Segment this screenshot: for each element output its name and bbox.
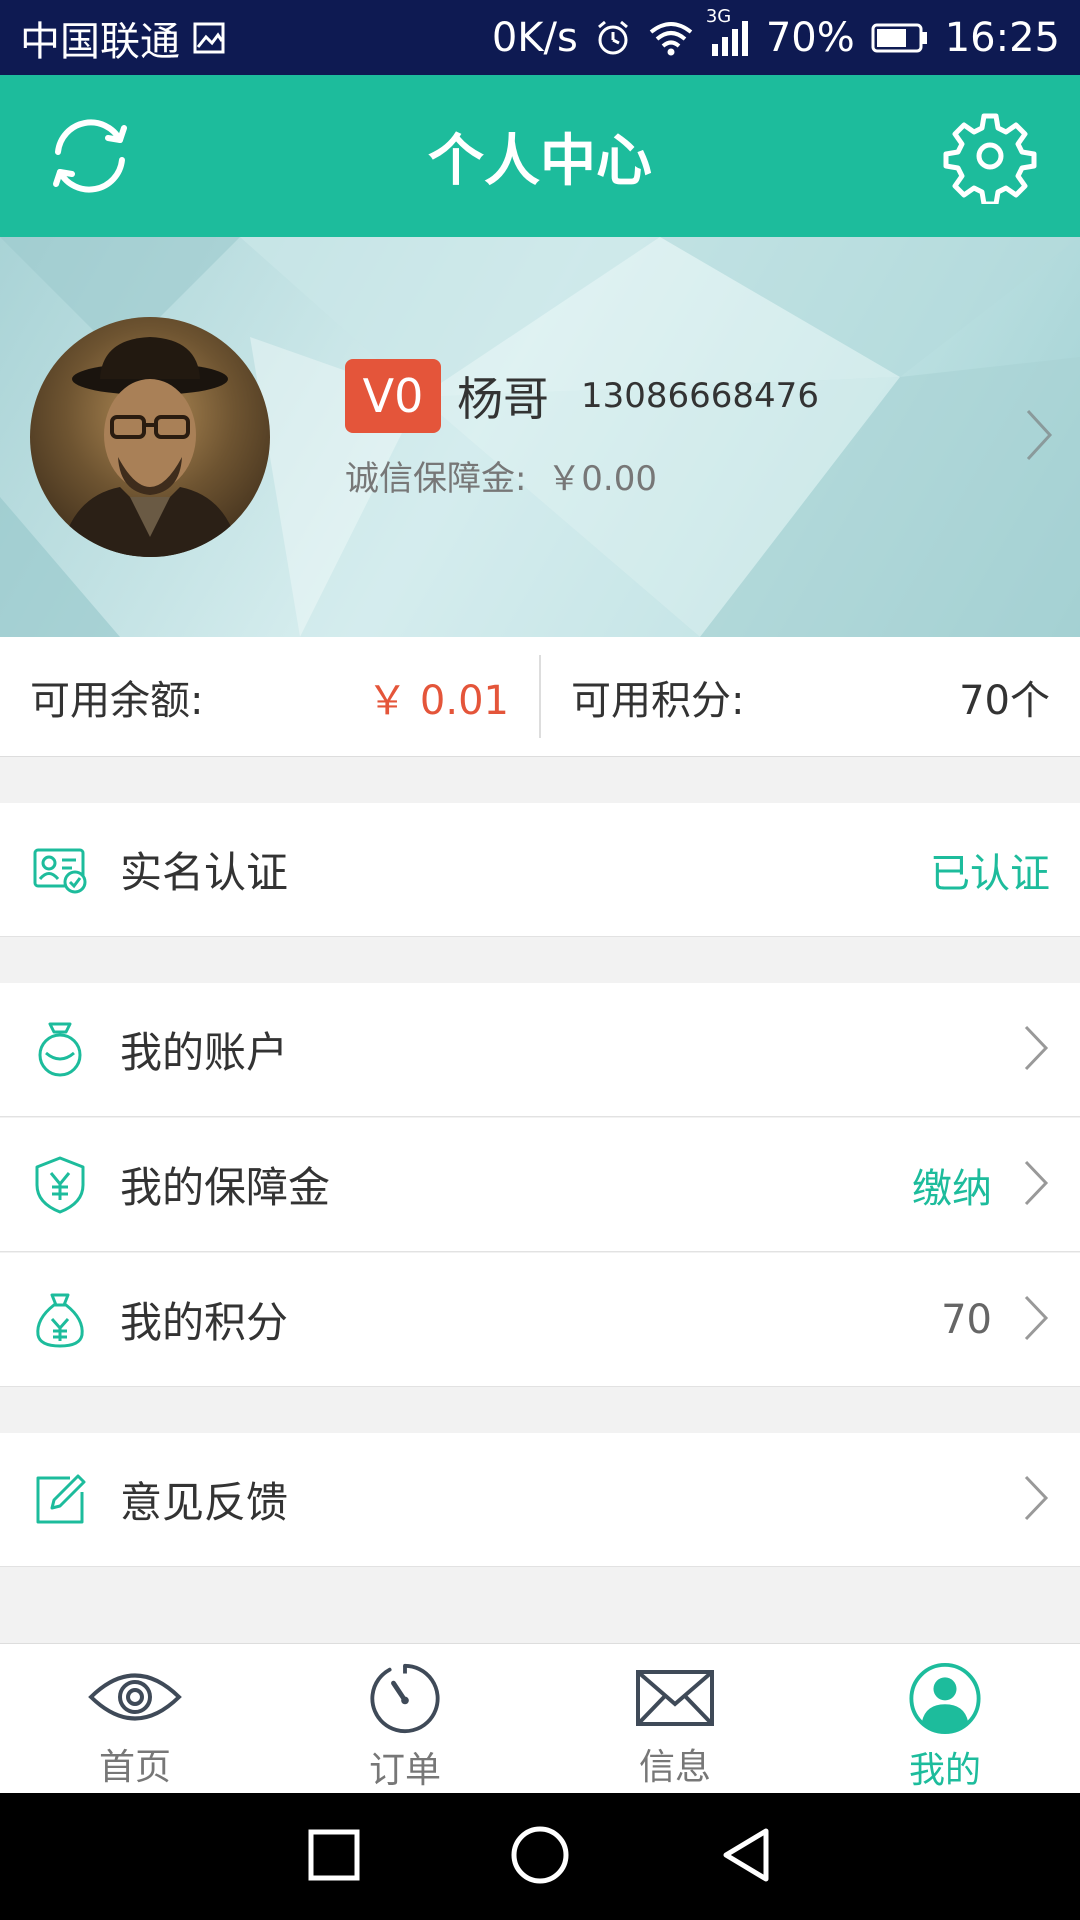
network-type: 3G: [705, 5, 732, 27]
menu-item-account-label: 我的账户: [120, 1028, 289, 1077]
menu-item-points[interactable]: 我的积分 70: [0, 1253, 1080, 1387]
tab-orders-label: 订单: [368, 1750, 441, 1791]
tab-home[interactable]: 首页: [0, 1644, 270, 1793]
menu-item-verify[interactable]: 实名认证 已认证: [0, 803, 1080, 937]
app-header: 个人中心: [0, 75, 1080, 237]
system-nav-bar: [0, 1793, 1080, 1920]
available-balance[interactable]: 可用余额: ￥ 0.01: [0, 637, 539, 756]
menu-item-feedback[interactable]: 意见反馈: [0, 1433, 1080, 1567]
page-title: 个人中心: [428, 128, 652, 194]
user-phone: 13086668476: [581, 376, 819, 416]
battery-percent: 70%: [765, 14, 855, 61]
square-icon: [308, 1829, 360, 1880]
status-bar: 中国联通 0K/s 3G 70% 16:25: [0, 0, 1080, 75]
avatar-image: [60, 337, 240, 557]
verify-status: 已认证: [930, 850, 1050, 897]
available-balance-label: 可用余额:: [30, 677, 204, 724]
back-button[interactable]: [720, 1827, 772, 1887]
settings-button[interactable]: [940, 106, 1040, 206]
pay-guarantee-link[interactable]: 缴纳: [912, 1156, 992, 1214]
deposit-value: ￥0.00: [547, 459, 657, 499]
available-points[interactable]: 可用积分: 70个: [541, 637, 1080, 756]
battery-icon: [871, 23, 929, 53]
chevron-right-icon: [1022, 1293, 1050, 1347]
wifi-icon: [648, 20, 694, 56]
menu-item-guarantee[interactable]: 我的保障金 缴纳: [0, 1118, 1080, 1252]
balance-summary: 可用余额: ￥ 0.01 可用积分: 70个: [0, 637, 1080, 757]
profile-info: V0 杨哥 13086668476 诚信保障金: ￥0.00: [345, 359, 819, 500]
clock: 16:25: [944, 14, 1060, 61]
menu-item-verify-label: 实名认证: [120, 848, 289, 897]
menu-item-guarantee-label: 我的保障金: [120, 1163, 331, 1212]
signal-icon: 3G: [706, 6, 750, 56]
menu-item-points-label: 我的积分: [120, 1298, 289, 1347]
carrier-name: 中国联通: [20, 18, 180, 65]
envelope-icon: [636, 1670, 714, 1726]
recents-button[interactable]: [308, 1829, 360, 1885]
network-speed: 0K/s: [491, 14, 578, 61]
back-triangle-icon: [723, 1828, 769, 1881]
user-name: 杨哥: [457, 372, 549, 426]
image-notification-icon: [192, 21, 226, 55]
avatar[interactable]: [30, 317, 270, 557]
user-icon: [909, 1662, 981, 1735]
gear-icon: [943, 113, 1037, 204]
shield-yuan-icon: [30, 1155, 90, 1215]
eye-icon: [88, 1673, 182, 1721]
chevron-right-icon: [1022, 1473, 1050, 1527]
profile-banner[interactable]: V0 杨哥 13086668476 诚信保障金: ￥0.00: [0, 237, 1080, 637]
edit-icon: [30, 1470, 90, 1530]
available-points-label: 可用积分:: [571, 677, 745, 724]
wallet-icon: [30, 1020, 90, 1080]
deposit-info: 诚信保障金: ￥0.00: [345, 451, 819, 500]
bottom-tab-bar: 首页 订单 信息 我的: [0, 1643, 1080, 1793]
tab-orders[interactable]: 订单: [270, 1644, 540, 1793]
menu-item-account[interactable]: 我的账户: [0, 983, 1080, 1117]
timer-icon: [370, 1663, 440, 1734]
chevron-right-icon: [1022, 1023, 1050, 1077]
tab-home-label: 首页: [98, 1747, 171, 1788]
points-count: 70: [941, 1296, 992, 1343]
available-points-value: 70个: [959, 677, 1050, 724]
level-badge: V0: [345, 359, 441, 433]
tab-mine[interactable]: 我的: [810, 1644, 1080, 1793]
alarm-icon: [594, 19, 632, 57]
circle-icon: [511, 1826, 569, 1883]
chevron-right-icon: [1024, 407, 1054, 467]
chevron-right-icon: [1022, 1158, 1050, 1212]
money-bag-icon: [30, 1290, 90, 1350]
id-card-icon: [30, 840, 90, 900]
tab-mine-label: 我的: [908, 1750, 981, 1791]
home-button[interactable]: [510, 1825, 570, 1889]
deposit-label: 诚信保障金:: [345, 459, 527, 499]
menu-item-feedback-label: 意见反馈: [120, 1478, 289, 1527]
tab-messages[interactable]: 信息: [540, 1644, 810, 1793]
tab-messages-label: 信息: [638, 1747, 711, 1788]
available-balance-value: ￥ 0.01: [367, 677, 509, 724]
